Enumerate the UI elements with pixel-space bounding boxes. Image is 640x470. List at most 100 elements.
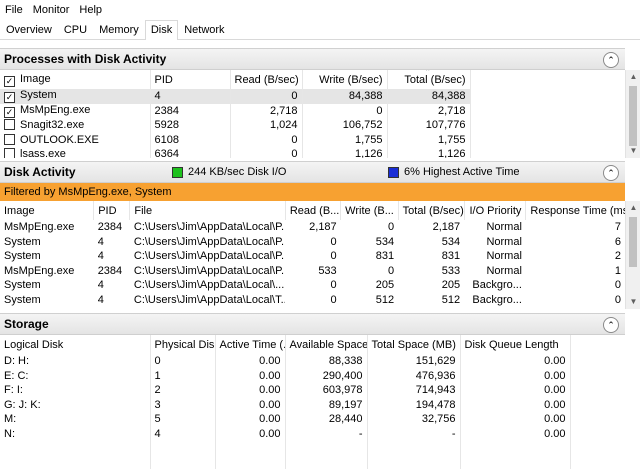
scroll-thumb[interactable] bbox=[629, 86, 637, 146]
cell-total: 84,388 bbox=[387, 89, 471, 104]
processes-header[interactable]: Processes with Disk Activity ⌃ bbox=[0, 48, 625, 70]
col-read[interactable]: Read (B/sec) bbox=[230, 70, 303, 89]
collapse-icon[interactable]: ⌃ bbox=[603, 317, 619, 333]
cell-write: 205 bbox=[375, 279, 395, 292]
table-row[interactable]: System 4 C:\Users\Jim\AppData\Local\... 0 20… bbox=[0, 278, 625, 293]
menu-item-monitor[interactable]: Monitor bbox=[28, 4, 75, 16]
cell-physical: 0 bbox=[150, 354, 216, 369]
table-row[interactable]: System 4 C:\Users\Jim\AppData\Local\P... 0 5… bbox=[0, 235, 625, 250]
table-row[interactable]: System 4 C:\Users\Jim\AppData\Local\P... 0 8… bbox=[0, 249, 625, 264]
col-image[interactable]: ✓ Image bbox=[0, 70, 151, 89]
table-row[interactable]: ✓ MsMpEng.exe 2384 2,718 0 2,718 bbox=[0, 103, 471, 118]
cell-pid: 4 bbox=[97, 293, 104, 306]
table-row[interactable]: G: J: K: 3 0.00 89,197 194,478 0.00 bbox=[0, 397, 571, 412]
processes-scrollbar[interactable]: ▲ ▼ bbox=[625, 70, 640, 158]
scroll-thumb[interactable] bbox=[629, 217, 637, 267]
cell-total: - bbox=[367, 426, 461, 441]
col-disk-queue-length[interactable]: Disk Queue Length bbox=[460, 335, 571, 354]
cell-total: 151,629 bbox=[367, 354, 461, 369]
row-checkbox[interactable] bbox=[4, 148, 15, 158]
select-all-checkbox[interactable]: ✓ bbox=[4, 75, 15, 87]
tab-cpu[interactable]: CPU bbox=[58, 21, 93, 39]
table-row[interactable]: M: 5 0.00 28,440 32,756 0.00 bbox=[0, 412, 571, 427]
disk-activity-header[interactable]: Disk Activity 244 KB/sec Disk I/O 6% Hig… bbox=[0, 161, 625, 183]
row-checkbox[interactable] bbox=[4, 133, 15, 145]
disk-activity-header-row: Image PID File Read (B... Write (B... To… bbox=[0, 201, 625, 220]
cell-total: 512 bbox=[441, 293, 461, 306]
menu-item-file[interactable]: File bbox=[0, 4, 28, 16]
table-row[interactable]: D: H: 0 0.00 88,338 151,629 0.00 bbox=[0, 354, 571, 369]
table-row[interactable]: MsMpEng.exe 2384 C:\Users\Jim\AppData\Loca… bbox=[0, 220, 625, 235]
table-row[interactable]: Snagit32.exe 5928 1,024 106,752 107,776 bbox=[0, 118, 471, 133]
image-name: lsass.exe bbox=[20, 148, 66, 158]
col-write[interactable]: Write (B... bbox=[340, 201, 399, 220]
storage-header[interactable]: Storage ⌃ bbox=[0, 313, 625, 335]
collapse-icon[interactable]: ⌃ bbox=[603, 52, 619, 68]
col-io-priority[interactable]: I/O Priority bbox=[464, 201, 527, 220]
cell-write: 1,126 bbox=[302, 147, 388, 158]
table-row[interactable]: MsMpEng.exe 2384 C:\Users\Jim\AppData\Loca… bbox=[0, 264, 625, 279]
col-file[interactable]: File bbox=[129, 201, 286, 220]
cell-total: 32,756 bbox=[367, 412, 461, 427]
row-checkbox[interactable]: ✓ bbox=[4, 92, 15, 104]
tab-overview[interactable]: Overview bbox=[0, 21, 58, 39]
cell-image: MsMpEng.exe bbox=[4, 264, 75, 277]
col-response-time[interactable]: Response Time (ms) bbox=[526, 201, 625, 220]
tab-memory[interactable]: Memory bbox=[93, 21, 145, 39]
scroll-down-icon[interactable]: ▼ bbox=[626, 295, 640, 309]
active-time-swatch bbox=[388, 166, 399, 178]
table-row[interactable]: System 4 C:\Users\Jim\AppData\Local\T... 0 5… bbox=[0, 293, 625, 308]
tab-disk[interactable]: Disk bbox=[144, 20, 179, 40]
table-row[interactable]: ✓ System 4 0 84,388 84,388 bbox=[0, 89, 471, 104]
table-row[interactable]: OUTLOOK.EXE 6108 0 1,755 1,755 bbox=[0, 132, 471, 147]
cell-write: 0 bbox=[388, 264, 395, 277]
menu-item-help[interactable]: Help bbox=[74, 4, 107, 16]
collapse-icon[interactable]: ⌃ bbox=[603, 165, 619, 181]
cell-total: 533 bbox=[441, 264, 461, 277]
cell-image: ✓ MsMpEng.exe bbox=[0, 103, 151, 118]
storage-table: Logical Disk Physical Disk Active Time (… bbox=[0, 335, 571, 469]
table-row[interactable]: E: C: 1 0.00 290,400 476,936 0.00 bbox=[0, 368, 571, 383]
col-total-space[interactable]: Total Space (MB) bbox=[367, 335, 461, 354]
cell-available: 28,440 bbox=[285, 412, 368, 427]
cell-physical: 3 bbox=[150, 397, 216, 412]
row-checkbox[interactable] bbox=[4, 119, 15, 131]
cell-pid: 4 bbox=[97, 235, 104, 248]
cell-total: 1,126 bbox=[387, 147, 471, 158]
cell-pid: 6108 bbox=[150, 132, 231, 147]
col-read[interactable]: Read (B... bbox=[285, 201, 342, 220]
table-row[interactable]: lsass.exe 6364 0 1,126 1,126 bbox=[0, 147, 471, 158]
col-image[interactable]: Image bbox=[0, 201, 95, 220]
col-write[interactable]: Write (B/sec) bbox=[302, 70, 388, 89]
table-row[interactable]: F: I: 2 0.00 603,978 714,943 0.00 bbox=[0, 383, 571, 398]
cell-total: 714,943 bbox=[367, 383, 461, 398]
cell-read: 0 bbox=[330, 293, 337, 306]
scroll-up-icon[interactable]: ▲ bbox=[626, 70, 640, 84]
cell-write: 512 bbox=[375, 293, 395, 306]
cell-write: 1,755 bbox=[302, 132, 388, 147]
cell-read: 1,024 bbox=[230, 118, 303, 133]
cell-file: C:\Users\Jim\AppData\Local\P... bbox=[133, 250, 286, 263]
cell-physical: 4 bbox=[150, 426, 216, 441]
scroll-up-icon[interactable]: ▲ bbox=[626, 201, 640, 215]
table-row[interactable]: N: 4 0.00- -0.00 bbox=[0, 426, 571, 441]
col-total[interactable]: Total (B/sec) bbox=[398, 201, 465, 220]
scroll-down-icon[interactable]: ▼ bbox=[626, 144, 640, 158]
cell-active: 0.00 bbox=[215, 368, 286, 383]
col-active-time[interactable]: Active Time (... bbox=[215, 335, 286, 354]
cell-queue: 0.00 bbox=[460, 397, 571, 412]
cell-read: 2,718 bbox=[230, 103, 303, 118]
col-logical-disk[interactable]: Logical Disk bbox=[0, 335, 151, 354]
cell-queue: 0.00 bbox=[460, 383, 571, 398]
col-pid[interactable]: PID bbox=[150, 70, 231, 89]
col-physical-disk[interactable]: Physical Disk bbox=[150, 335, 216, 354]
col-available-space[interactable]: Available Space... bbox=[285, 335, 368, 354]
filler-cell bbox=[215, 441, 286, 469]
disk-activity-scrollbar[interactable]: ▲ ▼ bbox=[625, 201, 640, 309]
tab-network[interactable]: Network bbox=[178, 21, 230, 39]
cell-queue: 0.00 bbox=[460, 412, 571, 427]
col-pid[interactable]: PID bbox=[93, 201, 131, 220]
row-checkbox[interactable]: ✓ bbox=[4, 106, 15, 118]
cell-queue: 0.00 bbox=[460, 368, 571, 383]
image-name: MsMpEng.exe bbox=[20, 103, 91, 116]
